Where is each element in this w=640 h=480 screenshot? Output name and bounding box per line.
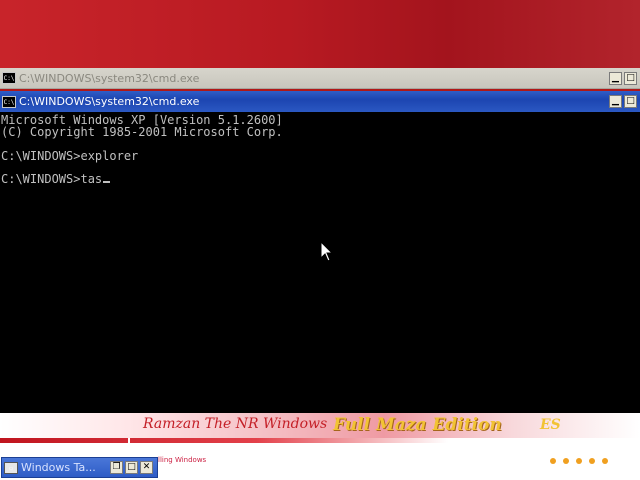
boot-banner: Ramzan The NR Windows Full Maza Edition … bbox=[0, 413, 640, 438]
minimize-button[interactable]: ▁ bbox=[609, 71, 622, 85]
banner-tail: ES bbox=[540, 417, 561, 433]
background-window-title: C:\WINDOWS\system32\cmd.exe bbox=[19, 71, 200, 85]
text-cursor bbox=[103, 181, 111, 183]
active-window-title: C:\WINDOWS\system32\cmd.exe bbox=[19, 95, 200, 108]
progress-dot bbox=[550, 458, 556, 464]
minimized-window-bar[interactable]: ▭ Windows Ta... ❐ □ ✕ bbox=[1, 457, 158, 478]
active-window-titlebar[interactable]: C:\ C:\WINDOWS\system32\cmd.exe ▁ □ bbox=[0, 91, 640, 112]
desktop-wallpaper bbox=[0, 0, 640, 68]
window-icon: ▭ bbox=[4, 461, 18, 474]
progress-dot bbox=[602, 458, 608, 464]
console-line: (C) Copyright 1985-2001 Microsoft Corp. bbox=[1, 125, 283, 139]
maximize-button[interactable]: □ bbox=[624, 71, 637, 85]
setup-status-text: lling Windows bbox=[158, 456, 207, 464]
maximize-button[interactable]: □ bbox=[624, 95, 637, 108]
console-line: C:\WINDOWS>explorer bbox=[1, 149, 139, 163]
progress-dot bbox=[576, 458, 582, 464]
console-icon: C:\ bbox=[2, 95, 16, 108]
banner-title: Ramzan The NR Windows bbox=[143, 416, 328, 432]
background-window-titlebar[interactable]: C:\ C:\WINDOWS\system32\cmd.exe ▁ □ bbox=[0, 68, 640, 89]
maximize-button[interactable]: □ bbox=[125, 461, 138, 474]
banner-edition: Full Maza Edition bbox=[333, 415, 502, 435]
console-prompt-line[interactable]: C:\WINDOWS>tas bbox=[1, 172, 111, 186]
minimized-window-title: Windows Ta... bbox=[21, 461, 96, 474]
console-input-text[interactable]: C:\WINDOWS>tas bbox=[1, 172, 102, 186]
minimize-button[interactable]: ▁ bbox=[609, 95, 622, 108]
restore-button[interactable]: ❐ bbox=[110, 461, 123, 474]
console-output[interactable]: Microsoft Windows XP [Version 5.1.2600] … bbox=[0, 112, 640, 413]
console-icon: C:\ bbox=[2, 72, 16, 84]
progress-dots bbox=[550, 458, 608, 464]
progress-dot bbox=[589, 458, 595, 464]
progress-dot bbox=[563, 458, 569, 464]
mouse-pointer-icon bbox=[320, 241, 334, 262]
close-button[interactable]: ✕ bbox=[140, 461, 153, 474]
